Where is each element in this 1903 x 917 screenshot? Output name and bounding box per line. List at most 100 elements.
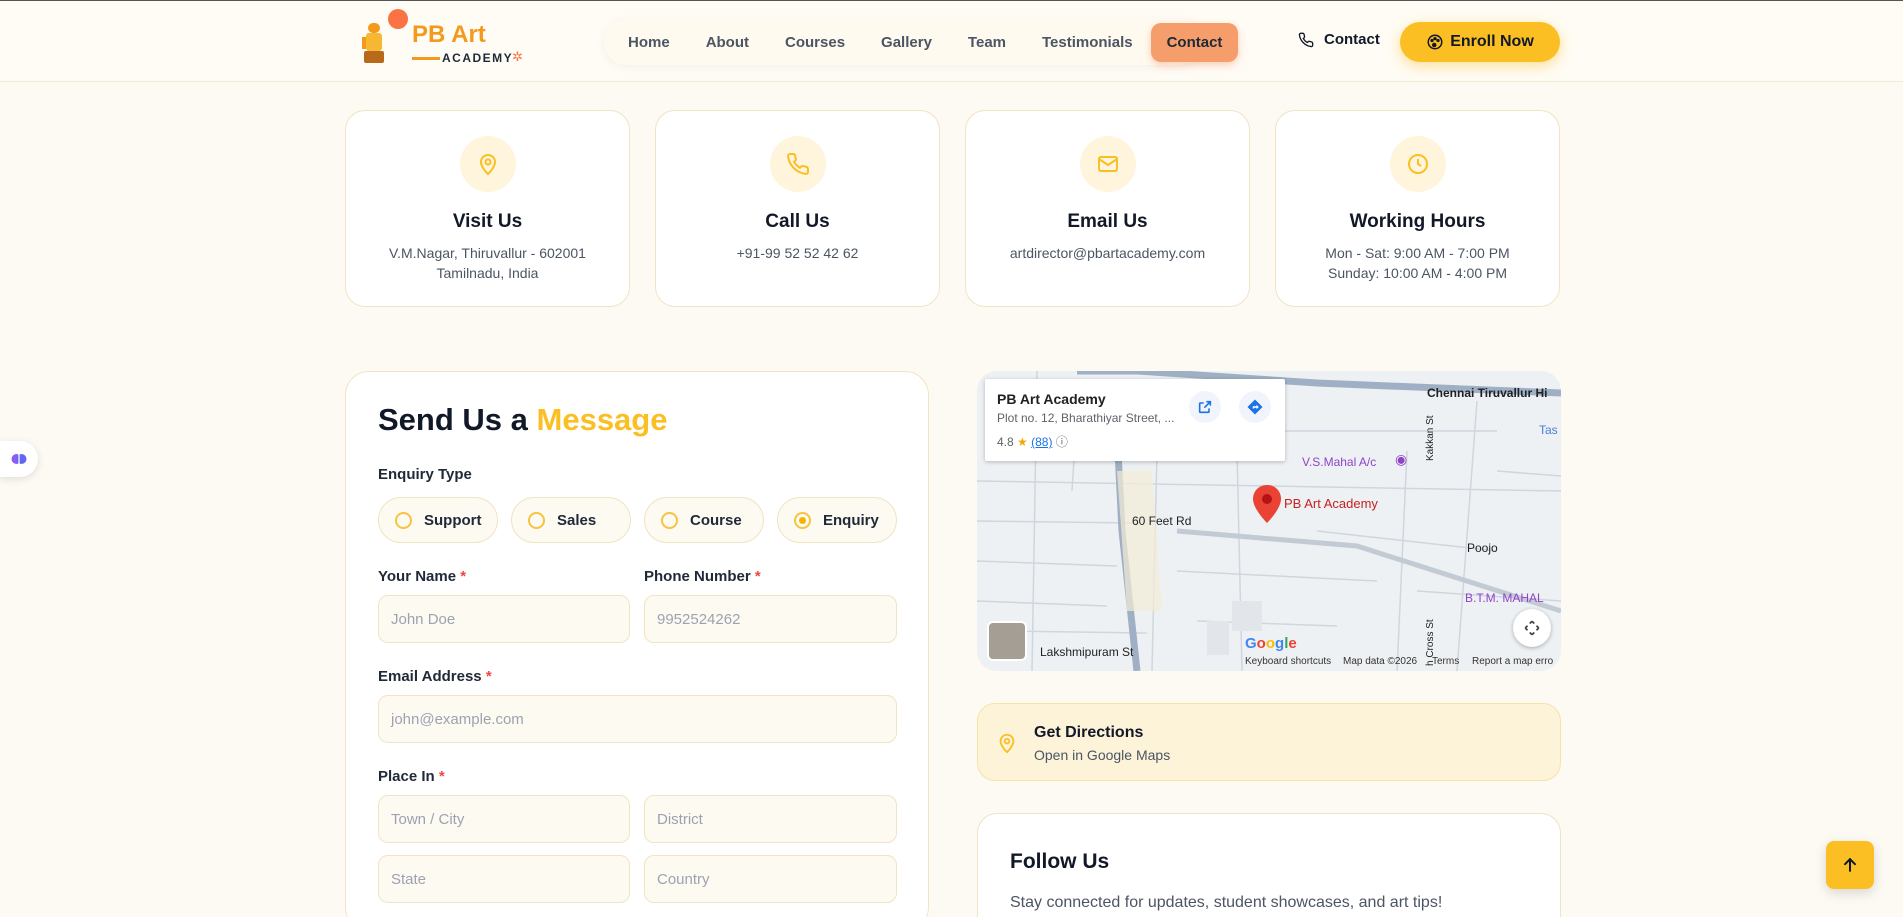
card-title: Call Us — [765, 211, 830, 232]
required-mark: * — [460, 568, 467, 585]
artist-figure-icon — [362, 23, 384, 63]
logo-dot — [388, 9, 408, 29]
card-line: Sunday: 10:00 AM - 4:00 PM — [1328, 265, 1507, 281]
arrow-up-icon — [1844, 857, 1856, 872]
clock-icon — [1408, 154, 1428, 174]
phone-icon — [1298, 32, 1314, 47]
name-label-text: Your Name — [378, 568, 457, 585]
map-place-card: PB Art Academy Plot no. 12, Bharathiyar … — [985, 379, 1285, 461]
radio-enquiry[interactable]: Enquiry — [777, 497, 897, 543]
map-label-road: Lakshmipuram St — [1040, 645, 1134, 659]
map-place-name: PB Art Academy — [997, 391, 1106, 407]
enroll-now-label: Enroll Now — [1450, 33, 1534, 50]
nav-gallery[interactable]: Gallery — [863, 23, 950, 62]
directions-title: Get Directions — [1034, 724, 1144, 741]
report-error-link[interactable]: Report a map erro — [1472, 656, 1553, 667]
card-line: Mon - Sat: 9:00 AM - 7:00 PM — [1325, 245, 1510, 261]
email-link[interactable]: artdirector@pbartacademy.com — [966, 245, 1249, 261]
enquiry-type-label: Enquiry Type — [378, 466, 472, 483]
contact-form: Send Us a Message Enquiry Type Support S… — [345, 371, 929, 917]
state-input[interactable]: State — [378, 855, 630, 903]
visit-us-card: Visit Us V.M.Nagar, Thiruvallur - 602001… — [345, 110, 630, 307]
country-input[interactable]: Country — [644, 855, 897, 903]
open-in-maps-button[interactable] — [1189, 391, 1221, 423]
site-header: PB Art ACADEMY ✲ Home About Courses Gall… — [0, 0, 1903, 82]
radio-course[interactable]: Course — [644, 497, 764, 543]
brand-subtitle: ACADEMY — [442, 51, 514, 65]
radio-label: Course — [690, 511, 742, 529]
form-title: Send Us a Message — [378, 402, 667, 438]
radio-support[interactable]: Support — [378, 497, 498, 543]
email-input[interactable]: john@example.com — [378, 695, 897, 743]
phone-number-link[interactable]: +91-99 52 52 42 62 — [656, 245, 939, 261]
radio-label: Sales — [557, 511, 597, 529]
satellite-toggle[interactable] — [987, 621, 1027, 661]
terms-link[interactable]: Terms — [1432, 656, 1459, 667]
brand-logo[interactable]: PB Art ACADEMY ✲ — [360, 9, 530, 69]
name-input[interactable]: John Doe — [378, 595, 630, 643]
directions-icon — [1247, 399, 1263, 415]
poi-marker-icon: ◉ — [1395, 451, 1408, 467]
header-contact-label: Contact — [1324, 31, 1380, 48]
get-directions-link[interactable]: Get Directions Open in Google Maps — [977, 703, 1561, 781]
form-title-main: Send Us a — [378, 402, 528, 437]
radio-circle — [528, 511, 545, 529]
scroll-to-top-button[interactable] — [1826, 841, 1874, 889]
radio-sales[interactable]: Sales — [511, 497, 631, 543]
map-label-road: 60 Feet Rd — [1132, 514, 1192, 528]
required-mark: * — [438, 768, 445, 785]
phone-label-text: Phone Number — [644, 568, 751, 585]
phone-input[interactable]: 9952524262 — [644, 595, 897, 643]
enroll-now-button[interactable]: Enroll Now — [1400, 22, 1560, 62]
name-label: Your Name * — [378, 568, 466, 585]
nav-home[interactable]: Home — [610, 23, 688, 62]
email-label: Email Address * — [378, 668, 492, 685]
email-us-card: Email Us artdirector@pbartacademy.com — [965, 110, 1250, 307]
logo-underline — [412, 57, 440, 60]
card-line: V.M.Nagar, Thiruvallur - 602001 — [389, 245, 586, 261]
review-count-link[interactable]: (88) — [1031, 435, 1052, 449]
nav-testimonials[interactable]: Testimonials — [1024, 23, 1151, 62]
map-label-poi: V.S.Mahal A/c — [1302, 455, 1377, 469]
nav-courses[interactable]: Courses — [767, 23, 863, 62]
map-label-poi: B.T.M. MAHAL — [1465, 591, 1544, 605]
info-icon[interactable]: ⓘ — [1056, 435, 1068, 449]
fullscreen-button[interactable] — [1513, 609, 1551, 647]
nav-contact[interactable]: Contact — [1150, 22, 1239, 62]
district-input[interactable]: District — [644, 795, 897, 843]
palette-icon — [1427, 34, 1443, 50]
keyboard-shortcuts-link[interactable]: Keyboard shortcuts — [1245, 656, 1331, 667]
nav-team[interactable]: Team — [950, 23, 1024, 62]
place-label-text: Place In — [378, 768, 435, 785]
header-contact-link[interactable]: Contact — [1298, 31, 1380, 48]
card-title: Email Us — [1067, 211, 1148, 232]
card-title: Visit Us — [452, 211, 523, 232]
map-data-label: Map data ©2026 — [1343, 656, 1418, 667]
map-label-street: Kakkan St — [1425, 415, 1436, 461]
fullscreen-icon — [1524, 620, 1540, 636]
place-label: Place In * — [378, 768, 445, 785]
email-icon-circle — [1080, 136, 1136, 192]
card-title: Working Hours — [1349, 211, 1486, 232]
follow-title: Follow Us — [1010, 850, 1110, 873]
nav-about[interactable]: About — [688, 23, 767, 62]
external-link-icon — [1198, 400, 1212, 414]
accessibility-widget[interactable] — [0, 441, 38, 477]
visit-icon-circle — [460, 136, 516, 192]
map-directions-button[interactable] — [1239, 391, 1271, 423]
phone-icon — [787, 152, 810, 175]
hours-icon-circle — [1390, 136, 1446, 192]
google-map[interactable]: PB Art Academy Plot no. 12, Bharathiyar … — [977, 371, 1561, 671]
map-pin-icon[interactable] — [1253, 485, 1281, 523]
call-icon-circle — [770, 136, 826, 192]
star-icon: ★ — [1017, 435, 1028, 449]
follow-us-card: Follow Us Stay connected for updates, st… — [977, 813, 1561, 917]
location-pin-icon — [999, 733, 1015, 754]
town-input[interactable]: Town / City — [378, 795, 630, 843]
location-pin-icon — [479, 154, 497, 176]
follow-subtitle: Stay connected for updates, student show… — [1010, 894, 1443, 911]
radio-circle-selected — [794, 511, 811, 529]
map-label-street: Poojo — [1467, 541, 1498, 555]
radio-circle — [395, 511, 412, 529]
required-mark: * — [485, 668, 492, 685]
